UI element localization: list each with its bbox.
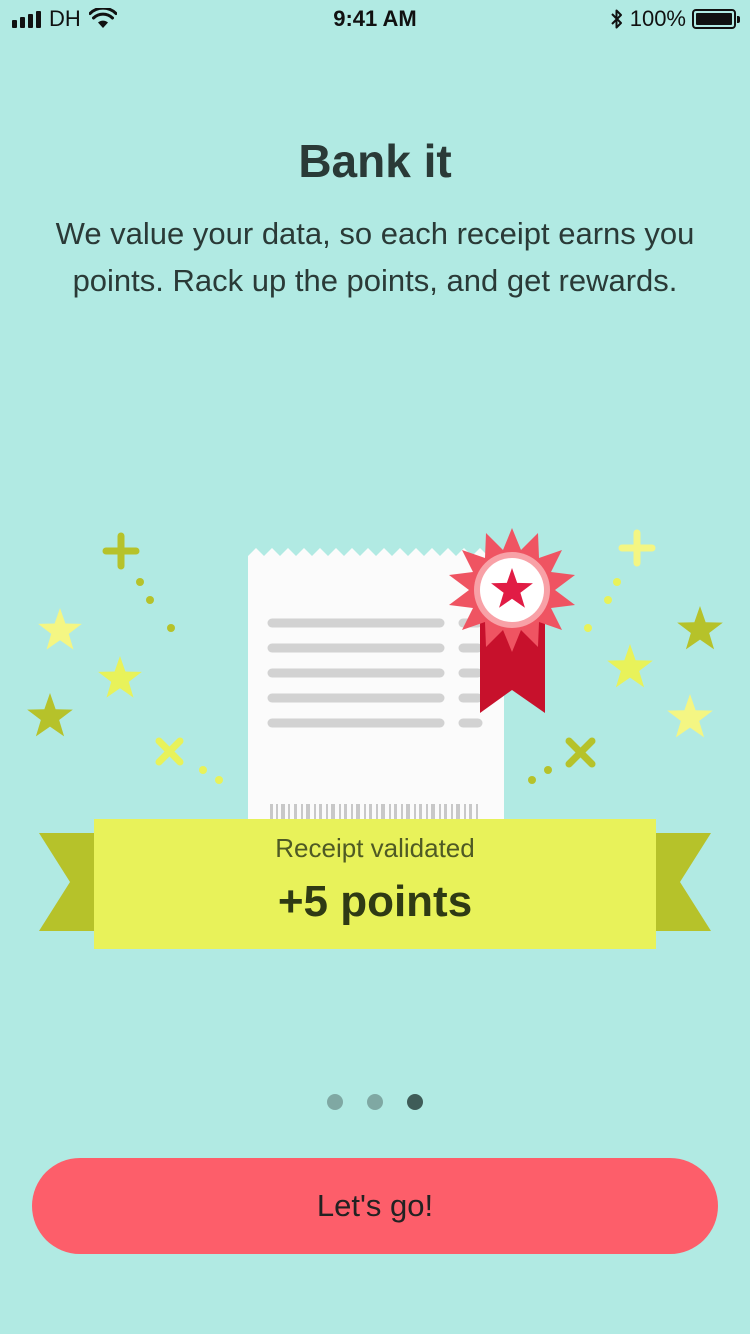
- star-icon: [27, 693, 73, 737]
- banner-subtitle: Receipt validated: [275, 833, 475, 863]
- right-sparkles: [496, 529, 723, 798]
- page-title: Bank it: [298, 135, 452, 187]
- cross-icon: [565, 737, 596, 768]
- battery-icon: [692, 9, 740, 29]
- banner-points: +5 points: [277, 877, 473, 926]
- points-banner: Receipt validated +5 points: [94, 819, 656, 949]
- star-icon: [98, 656, 142, 698]
- rosette-icon: [449, 528, 575, 713]
- star-icon: [607, 644, 653, 688]
- status-bar-right: 100%: [610, 6, 740, 32]
- page-dot-2[interactable]: [367, 1094, 383, 1110]
- lets-go-button[interactable]: Let's go!: [32, 1158, 718, 1254]
- receipt-icon: [248, 548, 504, 830]
- receipt-reward-illustration: [27, 528, 723, 949]
- cross-icon: [155, 737, 184, 766]
- page-indicator: [0, 1094, 750, 1110]
- battery-percent: 100%: [629, 6, 686, 31]
- page-description: We value your data, so each receipt earn…: [55, 216, 695, 298]
- star-icon: [38, 608, 82, 650]
- left-sparkles: [27, 532, 256, 798]
- status-bar: DH 9:41 AM 100%: [0, 0, 750, 40]
- page-dot-1[interactable]: [327, 1094, 343, 1110]
- page-dot-3-active[interactable]: [407, 1094, 423, 1110]
- bluetooth-icon: [611, 9, 622, 29]
- plus-icon: [618, 529, 656, 567]
- plus-icon: [102, 532, 140, 570]
- star-icon: [677, 606, 723, 650]
- star-icon: [667, 694, 713, 738]
- barcode: [270, 804, 478, 820]
